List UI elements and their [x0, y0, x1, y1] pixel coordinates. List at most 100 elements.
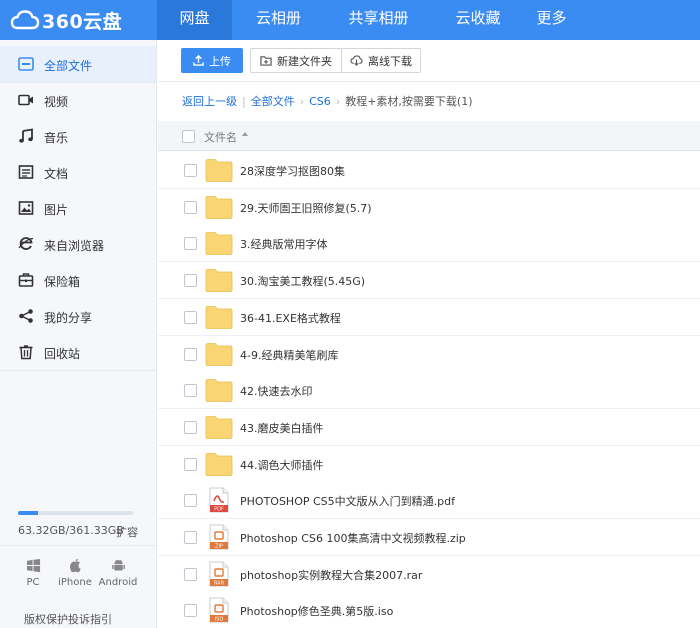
upload-icon [193, 55, 204, 66]
expand-storage-link[interactable]: 扩容 [116, 524, 138, 540]
toolbar: 上传 新建文件夹 离线下载 [158, 40, 700, 82]
safe-icon [18, 273, 34, 287]
sidebar-divider [0, 545, 156, 546]
client-android[interactable]: Android [93, 558, 143, 588]
nav-tab-label: 云收藏 [455, 9, 501, 27]
file-name[interactable]: 3.经典版常用字体 [240, 236, 328, 252]
offline-download-button[interactable]: 离线下载 [341, 48, 421, 73]
trash-icon [19, 345, 33, 360]
select-all-checkbox[interactable] [182, 130, 195, 143]
breadcrumb-chevron-icon: › [299, 94, 305, 108]
sidebar-item-my-share[interactable]: 我的分享 [0, 298, 156, 334]
file-row-checkbox[interactable] [184, 164, 197, 177]
file-row[interactable]: 3.经典版常用字体 [158, 225, 700, 263]
file-row[interactable]: 44.调色大师插件 [158, 445, 700, 483]
sidebar-item-music[interactable]: 音乐 [0, 118, 156, 154]
file-type-badge: ISO [215, 617, 224, 623]
sidebar-item-from-browser[interactable]: 来自浏览器 [0, 226, 156, 262]
file-row-checkbox[interactable] [184, 384, 197, 398]
file-name[interactable]: 28深度学习抠图80集 [240, 163, 345, 179]
nav-tab-cloud-favorites[interactable]: 云收藏 [432, 0, 524, 40]
nav-tab-cloud-album[interactable]: 云相册 [232, 0, 325, 40]
file-row[interactable]: 42.快速去水印 [158, 372, 700, 410]
file-type-badge: ZIP [215, 544, 223, 550]
breadcrumb-back-link[interactable]: 返回上一级 [182, 93, 237, 109]
pdf-file-icon: PDF [209, 487, 229, 513]
share-icon [19, 309, 33, 323]
file-name[interactable]: 42.快速去水印 [240, 383, 313, 399]
folder-icon [205, 159, 233, 182]
file-name[interactable]: 44.调色大师插件 [240, 457, 324, 473]
file-name[interactable]: 29.天师圄王旧照修复(5.7) [240, 200, 372, 216]
breadcrumb-current: 教程+素材,按需要下载(1) [345, 95, 473, 108]
file-row[interactable]: ZIP Photoshop CS6 100集高清中文视频教程.zip [158, 519, 700, 556]
file-name[interactable]: Photoshop CS6 100集高清中文视频教程.zip [240, 530, 466, 546]
upload-button[interactable]: 上传 [181, 48, 243, 73]
sidebar-item-images[interactable]: 图片 [0, 190, 156, 226]
nav-tab-more[interactable]: 更多 [524, 0, 579, 40]
sidebar-item-safe[interactable]: 保险箱 [0, 262, 156, 298]
file-row[interactable]: 30.淘宝美工教程(5.45G) [158, 262, 700, 300]
file-row-checkbox[interactable] [184, 200, 197, 214]
file-row-checkbox[interactable] [184, 237, 197, 251]
file-row[interactable]: 4-9.经典精美笔刷库 [158, 335, 700, 373]
file-row-checkbox[interactable] [184, 494, 197, 508]
sidebar: 全部文件 视频 音乐 文档 图片 来自浏览器 保险箱 我的分享 回收站 63.3… [0, 40, 157, 628]
sidebar-item-documents[interactable]: 文档 [0, 154, 156, 190]
file-name[interactable]: 43.磨皮美白插件 [240, 420, 324, 436]
sort-ascending-icon[interactable] [242, 132, 248, 136]
folder-icon [205, 379, 233, 403]
file-row[interactable]: 29.天师圄王旧照修复(5.7) [158, 188, 700, 226]
new-folder-button[interactable]: 新建文件夹 [250, 48, 342, 73]
windows-icon [26, 558, 40, 573]
folder-icon [205, 269, 233, 292]
iso-file-icon: ISO [209, 597, 229, 623]
new-folder-button-label: 新建文件夹 [277, 54, 332, 68]
file-row-checkbox[interactable] [184, 531, 197, 544]
file-row-checkbox[interactable] [184, 274, 197, 288]
top-bar: 360云盘 网盘 云相册 共享相册 云收藏 更多 [0, 0, 700, 40]
nav-tab-shared-album[interactable]: 共享相册 [325, 0, 432, 40]
nav-tab-label: 共享相册 [348, 9, 409, 27]
breadcrumb: 返回上一级 | 全部文件 › CS6 › 教程+素材,按需要下载(1) [182, 93, 473, 109]
zip-file-icon: ZIP [209, 524, 229, 550]
file-name[interactable]: photoshop实例教程大合集2007.rar [240, 567, 422, 583]
sidebar-item-all-files[interactable]: 全部文件 [0, 46, 156, 82]
sidebar-item-label: 文档 [44, 167, 69, 181]
file-row-checkbox[interactable] [184, 347, 197, 361]
file-row[interactable]: PDF PHOTOSHOP CS5中文版从入门到精通.pdf [158, 482, 700, 520]
folder-icon [205, 342, 233, 366]
file-row-checkbox[interactable] [184, 567, 197, 581]
music-icon [19, 128, 33, 143]
sidebar-item-video[interactable]: 视频 [0, 82, 156, 118]
android-icon [111, 559, 125, 571]
file-row[interactable]: 36-41.EXE格式教程 [158, 298, 700, 336]
file-row[interactable]: 28深度学习抠图80集 [158, 152, 700, 189]
sidebar-item-label: 视频 [44, 95, 69, 109]
file-row-checkbox[interactable] [184, 420, 197, 434]
sidebar-item-label: 我的分享 [44, 311, 93, 325]
file-name[interactable]: Photoshop修色圣典.第5版.iso [240, 603, 393, 619]
breadcrumb-item-cs6[interactable]: CS6 [309, 95, 331, 108]
sidebar-item-label: 来自浏览器 [44, 239, 105, 253]
cloud-download-icon [350, 55, 363, 66]
file-name[interactable]: PHOTOSHOP CS5中文版从入门到精通.pdf [240, 493, 455, 509]
app-logo[interactable]: 360云盘 [10, 6, 122, 34]
main-nav: 网盘 云相册 共享相册 云收藏 更多 [157, 0, 579, 40]
breadcrumb-chevron-icon: › [335, 94, 341, 108]
file-row-checkbox[interactable] [184, 604, 197, 618]
file-row-checkbox[interactable] [184, 310, 197, 324]
file-row[interactable]: 43.磨皮美白插件 [158, 408, 700, 446]
breadcrumb-item-all-files[interactable]: 全部文件 [251, 93, 295, 109]
sidebar-item-recycle-bin[interactable]: 回收站 [0, 334, 156, 370]
file-name[interactable]: 30.淘宝美工教程(5.45G) [240, 273, 365, 289]
storage-progress-bar [18, 511, 133, 515]
file-row[interactable]: ISO Photoshop修色圣典.第5版.iso [158, 592, 700, 628]
copyright-complaint-link[interactable]: 版权保护投诉指引 [24, 611, 112, 627]
file-row-checkbox[interactable] [184, 457, 197, 471]
file-row[interactable]: RAR photoshop实例教程大合集2007.rar [158, 555, 700, 593]
column-header-filename[interactable]: 文件名 [204, 129, 237, 145]
file-name[interactable]: 36-41.EXE格式教程 [240, 310, 341, 326]
nav-tab-disk[interactable]: 网盘 [157, 0, 232, 40]
file-name[interactable]: 4-9.经典精美笔刷库 [240, 347, 338, 363]
